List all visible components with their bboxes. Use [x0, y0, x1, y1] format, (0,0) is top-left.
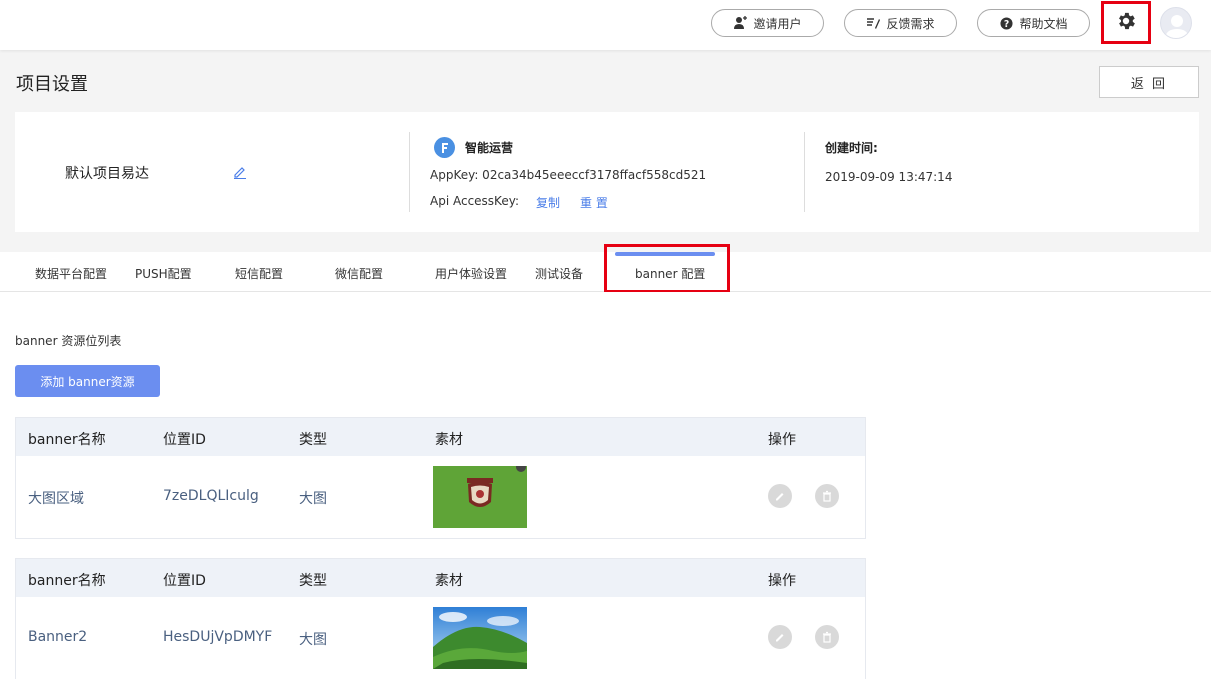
column-header-type: 类型: [299, 432, 327, 448]
page-title: 项目设置: [16, 74, 88, 95]
highlight-box: [604, 244, 730, 293]
service-logo-icon: [434, 137, 455, 158]
help-docs-label: 帮助文档: [1019, 16, 1068, 31]
question-icon: ?: [999, 16, 1013, 30]
project-name: 默认项目易达: [65, 166, 149, 182]
tab-test-devices[interactable]: 测试设备: [535, 265, 583, 282]
column-header-actions: 操作: [768, 432, 796, 448]
tab-sms[interactable]: 短信配置: [235, 265, 283, 282]
top-bar: 邀请用户 反馈需求 ? 帮助文档: [0, 0, 1211, 50]
feedback-label: 反馈需求: [886, 16, 935, 31]
table-header: banner名称 位置ID 类型 素材 操作: [16, 559, 865, 597]
trash-icon: [821, 487, 833, 506]
project-info-card: 默认项目易达 智能运营 AppKey: 02ca34b45eeeccf3178f…: [15, 112, 1199, 232]
delete-button[interactable]: [815, 625, 839, 649]
feedback-icon: [866, 16, 881, 30]
feedback-button[interactable]: 反馈需求: [844, 9, 957, 37]
invite-user-button[interactable]: 邀请用户: [711, 9, 824, 37]
section-title: banner 资源位列表: [15, 334, 122, 348]
tab-data-platform[interactable]: 数据平台配置: [35, 265, 107, 282]
column-header-position-id: 位置ID: [163, 573, 206, 589]
service-name: 智能运营: [465, 141, 514, 155]
divider: [804, 132, 805, 212]
tab-user-experience[interactable]: 用户体验设置: [435, 265, 507, 282]
user-plus-icon: [733, 16, 748, 30]
created-time-label: 创建时间:: [825, 141, 878, 155]
api-accesskey-label: Api AccessKey:: [430, 194, 519, 208]
delete-button[interactable]: [815, 484, 839, 508]
tab-wechat[interactable]: 微信配置: [335, 265, 383, 282]
mountain-landscape-image: [433, 607, 527, 669]
banner-type: 大图: [299, 491, 327, 507]
back-button[interactable]: 返 回: [1099, 66, 1199, 98]
copy-link[interactable]: 复制: [536, 194, 560, 211]
column-header-material: 素材: [435, 573, 463, 589]
table-row: Banner2 HesDUjVpDMYF 大图: [16, 597, 865, 679]
pencil-icon: [774, 487, 786, 506]
avatar[interactable]: [1160, 7, 1192, 39]
column-header-name: banner名称: [28, 432, 106, 448]
banner-name: 大图区域: [28, 491, 84, 507]
svg-text:?: ?: [1004, 18, 1009, 29]
column-header-actions: 操作: [768, 573, 796, 589]
appkey-text: AppKey: 02ca34b45eeeccf3178ffacf558cd521: [430, 168, 707, 182]
banner-table: banner名称 位置ID 类型 素材 操作 大图区域 7zeDLQLIculg…: [15, 417, 866, 539]
tab-push[interactable]: PUSH配置: [135, 265, 192, 282]
banner-name: Banner2: [28, 629, 88, 645]
column-header-material: 素材: [435, 432, 463, 448]
table-row: 大图区域 7zeDLQLIculg 大图: [16, 456, 865, 538]
edit-button[interactable]: [768, 484, 792, 508]
reset-link[interactable]: 重 置: [580, 194, 608, 211]
banner-type: 大图: [299, 632, 327, 648]
help-docs-button[interactable]: ? 帮助文档: [977, 9, 1090, 37]
pencil-icon: [774, 628, 786, 647]
add-banner-button[interactable]: 添加 banner资源: [15, 365, 160, 397]
column-header-name: banner名称: [28, 573, 106, 589]
banner-content: banner 资源位列表 添加 banner资源 banner名称 位置ID 类…: [0, 292, 1211, 679]
table-header: banner名称 位置ID 类型 素材 操作: [16, 418, 865, 456]
invite-user-label: 邀请用户: [753, 16, 802, 31]
edit-pencil-icon[interactable]: [233, 164, 247, 179]
created-time-value: 2019-09-09 13:47:14: [825, 170, 953, 184]
position-id: HesDUjVpDMYF: [163, 629, 273, 645]
settings-tabs: 数据平台配置 PUSH配置 短信配置 微信配置 用户体验设置 测试设备 bann…: [0, 244, 1211, 293]
column-header-position-id: 位置ID: [163, 432, 206, 448]
settings-button[interactable]: [1101, 1, 1151, 44]
edit-button[interactable]: [768, 625, 792, 649]
position-id: 7zeDLQLIculg: [163, 488, 259, 504]
gear-icon: [1115, 10, 1137, 36]
banner-table: banner名称 位置ID 类型 素材 操作 Banner2 HesDUjVpD…: [15, 558, 866, 679]
trash-icon: [821, 628, 833, 647]
divider: [409, 132, 410, 212]
green-badge-image: [433, 466, 527, 528]
column-header-type: 类型: [299, 573, 327, 589]
